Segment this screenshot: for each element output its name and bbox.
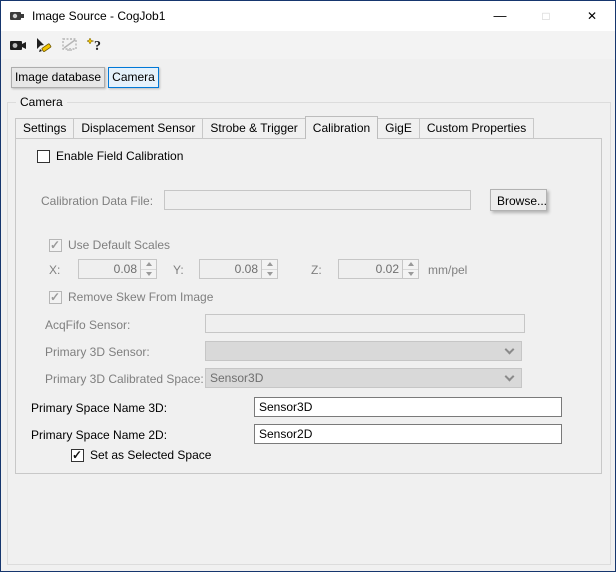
camera-button[interactable]: Camera — [108, 67, 159, 88]
enable-field-calibration-label: Enable Field Calibration — [56, 149, 184, 163]
use-default-scales-label: Use Default Scales — [68, 238, 171, 252]
spin-down-icon[interactable] — [141, 269, 156, 278]
enable-field-calibration-checkbox[interactable]: Enable Field Calibration — [37, 149, 183, 163]
tab-gige[interactable]: GigE — [377, 118, 420, 138]
tab-strobe-trigger[interactable]: Strobe & Trigger — [202, 118, 306, 138]
app-icon — [9, 8, 25, 24]
scale-units-label: mm/pel — [428, 263, 468, 277]
image-database-button[interactable]: Image database — [11, 67, 105, 88]
minimize-icon: — — [493, 8, 507, 23]
primary-space-name-3d-label: Primary Space Name 3D: — [31, 401, 168, 415]
primary-3d-calibrated-space-label: Primary 3D Calibrated Space: — [45, 372, 204, 386]
z-scale-spinner[interactable]: 0.02 — [338, 259, 419, 279]
z-scale-spin-buttons — [402, 260, 418, 278]
set-as-selected-space-label: Set as Selected Space — [90, 448, 212, 462]
camera-group-title: Camera — [16, 95, 67, 109]
use-default-scales-checkbox[interactable]: Use Default Scales — [49, 238, 170, 252]
maximize-button[interactable]: □ — [523, 1, 569, 31]
spin-up-icon[interactable] — [403, 260, 418, 270]
browse-button[interactable]: Browse... — [490, 189, 547, 211]
tab-strip: Settings Displacement Sensor Strobe & Tr… — [15, 115, 535, 139]
chevron-down-icon — [504, 344, 515, 354]
tab-displacement-sensor[interactable]: Displacement Sensor — [73, 118, 204, 138]
set-as-selected-space-checkbox[interactable]: Set as Selected Space — [71, 448, 211, 462]
minimize-button[interactable]: — — [477, 1, 523, 31]
acquire-camera-icon[interactable] — [6, 33, 30, 57]
calibration-data-file-label: Calibration Data File: — [41, 194, 154, 208]
toolbar: ? — [1, 31, 615, 59]
primary-space-name-2d-input[interactable] — [254, 424, 562, 444]
y-scale-spin-buttons — [261, 260, 277, 278]
svg-text:?: ? — [94, 39, 101, 54]
z-scale-label: Z: — [311, 263, 322, 277]
primary-space-name-3d-input[interactable] — [254, 397, 562, 417]
z-scale-value: 0.02 — [375, 262, 399, 276]
primary-3d-sensor-label: Primary 3D Sensor: — [45, 345, 150, 359]
acqfifo-sensor-input[interactable] — [205, 314, 525, 333]
window-title: Image Source - CogJob1 — [32, 9, 166, 23]
x-scale-spin-buttons — [140, 260, 156, 278]
y-scale-spinner[interactable]: 0.08 — [199, 259, 278, 279]
primary-3d-sensor-combobox[interactable] — [205, 341, 522, 361]
calibration-data-file-input[interactable] — [164, 190, 471, 210]
spin-down-icon[interactable] — [262, 269, 277, 278]
image-source-window: Image Source - CogJob1 — □ ✕ ? Image dat… — [0, 0, 616, 572]
x-scale-label: X: — [49, 263, 61, 277]
titlebar: Image Source - CogJob1 — □ ✕ — [1, 1, 615, 31]
maximize-icon: □ — [542, 9, 550, 23]
primary-3d-calibrated-space-combobox[interactable]: Sensor3D — [205, 368, 522, 388]
checkbox-box — [71, 448, 84, 462]
remove-skew-label: Remove Skew From Image — [68, 290, 214, 304]
primary-3d-calibrated-space-value: Sensor3D — [210, 371, 264, 385]
chevron-down-icon — [504, 371, 515, 381]
tab-settings[interactable]: Settings — [15, 118, 75, 138]
setup-pencil-icon[interactable] — [32, 33, 56, 57]
checkbox-box — [49, 290, 62, 304]
x-scale-value: 0.08 — [113, 262, 137, 276]
acqfifo-sensor-label: AcqFifo Sensor: — [45, 318, 131, 332]
spin-down-icon[interactable] — [403, 269, 418, 278]
close-button[interactable]: ✕ — [569, 1, 615, 31]
spin-up-icon[interactable] — [262, 260, 277, 270]
close-icon: ✕ — [586, 9, 598, 23]
x-scale-spinner[interactable]: 0.08 — [78, 259, 157, 279]
tab-calibration[interactable]: Calibration — [304, 116, 379, 139]
window-controls: — □ ✕ — [477, 1, 615, 31]
checkbox-box — [49, 238, 62, 252]
y-scale-value: 0.08 — [234, 262, 258, 276]
live-display-disabled-icon[interactable] — [58, 33, 82, 57]
tab-custom-properties[interactable]: Custom Properties — [418, 118, 535, 138]
checkbox-box — [37, 149, 50, 163]
spin-up-icon[interactable] — [141, 260, 156, 270]
help-icon[interactable]: ? — [84, 33, 108, 57]
y-scale-label: Y: — [173, 263, 184, 277]
remove-skew-checkbox[interactable]: Remove Skew From Image — [49, 290, 213, 304]
primary-space-name-2d-label: Primary Space Name 2D: — [31, 428, 168, 442]
